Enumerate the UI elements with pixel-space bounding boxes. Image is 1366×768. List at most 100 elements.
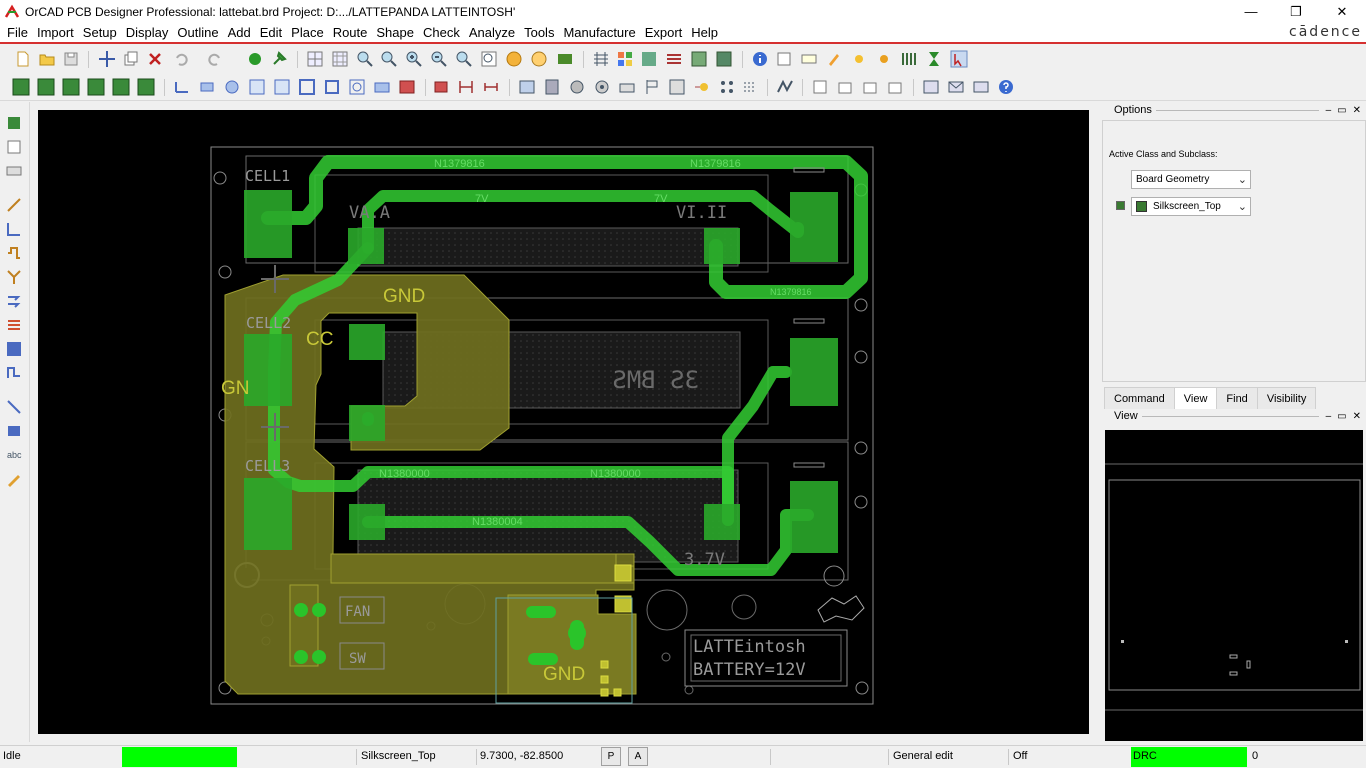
world-view[interactable] xyxy=(1105,430,1363,741)
script-icon[interactable] xyxy=(886,78,904,96)
edit-text-icon[interactable] xyxy=(5,470,23,488)
flip-board-icon[interactable] xyxy=(556,50,574,68)
layer-bottom-icon[interactable] xyxy=(37,78,55,96)
slide-icon[interactable] xyxy=(5,220,23,238)
drill-icon[interactable] xyxy=(693,78,711,96)
void-circle-icon[interactable] xyxy=(348,78,366,96)
add-text-icon[interactable]: abc xyxy=(5,446,23,464)
timing-icon[interactable] xyxy=(925,50,943,68)
tab-visibility[interactable]: Visibility xyxy=(1256,387,1317,409)
layer-top-icon[interactable] xyxy=(12,78,30,96)
subclass-dropdown[interactable]: Silkscreen_Top ⌄ xyxy=(1131,197,1251,216)
color-icon[interactable] xyxy=(592,50,610,68)
shape-merge-icon[interactable] xyxy=(373,78,391,96)
add-circle-icon[interactable] xyxy=(223,78,241,96)
3d-view-icon[interactable] xyxy=(530,50,548,68)
void-rect-icon[interactable] xyxy=(323,78,341,96)
subclass-visibility-toggle[interactable] xyxy=(1116,201,1125,210)
tab-find[interactable]: Find xyxy=(1216,387,1258,409)
report-icon[interactable] xyxy=(811,78,829,96)
array-icon[interactable] xyxy=(718,78,736,96)
panel-minimize-icon[interactable]: – xyxy=(1326,411,1332,422)
swap-icon[interactable] xyxy=(5,162,23,180)
route-icon[interactable] xyxy=(776,78,794,96)
mail-icon[interactable] xyxy=(947,78,965,96)
class-dropdown[interactable]: Board Geometry ⌄ xyxy=(1131,170,1251,189)
book-icon[interactable] xyxy=(543,78,561,96)
flag-icon[interactable] xyxy=(643,78,661,96)
select-shape-icon[interactable] xyxy=(248,78,266,96)
panel-float-icon[interactable]: ▭ xyxy=(1337,105,1346,116)
pin-icon[interactable] xyxy=(270,50,288,68)
add-rect-icon[interactable] xyxy=(198,78,216,96)
refdes-icon[interactable] xyxy=(618,78,636,96)
board-drawing[interactable]: N1379816 N1379816 N1379816 N1380000 N138… xyxy=(38,110,1089,734)
minimize-button[interactable]: — xyxy=(1228,0,1274,23)
constraint-manager-icon[interactable] xyxy=(900,50,918,68)
menu-outline[interactable]: Outline xyxy=(173,25,222,40)
panel-close-icon[interactable]: ✕ xyxy=(1353,411,1361,422)
spread-icon[interactable] xyxy=(5,292,23,310)
dehighlight-icon[interactable] xyxy=(850,50,868,68)
layers-icon[interactable] xyxy=(616,50,634,68)
grid-array-icon[interactable] xyxy=(741,78,759,96)
dimension-icon[interactable] xyxy=(457,78,475,96)
add-line-left-icon[interactable] xyxy=(5,398,23,416)
via-array-icon[interactable] xyxy=(5,340,23,358)
manufacture-icon[interactable] xyxy=(690,50,708,68)
void-icon[interactable] xyxy=(298,78,316,96)
via-icon[interactable] xyxy=(593,78,611,96)
panel-close-icon[interactable]: ✕ xyxy=(1353,105,1361,116)
stackup-icon[interactable] xyxy=(665,50,683,68)
artwork-icon[interactable] xyxy=(715,50,733,68)
keepout-icon[interactable] xyxy=(668,78,686,96)
absolute-button[interactable]: A xyxy=(628,747,648,766)
layer-silk-icon[interactable] xyxy=(62,78,80,96)
gift-icon[interactable] xyxy=(836,78,854,96)
highlight-icon[interactable] xyxy=(825,50,843,68)
info-icon[interactable] xyxy=(751,50,769,68)
pick-button[interactable]: P xyxy=(601,747,621,766)
snap-icon[interactable] xyxy=(246,50,264,68)
pcb-canvas[interactable]: N1379816 N1379816 N1379816 N1380000 N138… xyxy=(38,110,1089,734)
add-rect-left-icon[interactable] xyxy=(5,422,23,440)
layer-grid-icon[interactable] xyxy=(331,50,349,68)
undo-icon[interactable] xyxy=(172,50,190,68)
help-icon[interactable] xyxy=(997,78,1015,96)
zoom-in-icon[interactable] xyxy=(405,50,423,68)
menu-add[interactable]: Add xyxy=(224,25,255,40)
menu-tools[interactable]: Tools xyxy=(520,25,558,40)
place-component-icon[interactable] xyxy=(432,78,450,96)
grid-icon[interactable] xyxy=(306,50,324,68)
redraw-icon[interactable] xyxy=(505,50,523,68)
menu-route[interactable]: Route xyxy=(329,25,372,40)
properties-icon[interactable] xyxy=(775,50,793,68)
menu-display[interactable]: Display xyxy=(122,25,173,40)
delay-tune-icon[interactable] xyxy=(5,244,23,262)
zoom-world-icon[interactable] xyxy=(480,50,498,68)
window-icon[interactable] xyxy=(922,78,940,96)
batch-icon[interactable] xyxy=(861,78,879,96)
menu-analyze[interactable]: Analyze xyxy=(465,25,519,40)
tab-command[interactable]: Command xyxy=(1104,387,1175,409)
save-icon[interactable] xyxy=(62,50,80,68)
shape-edit-icon[interactable] xyxy=(273,78,291,96)
panel-float-icon[interactable]: ▭ xyxy=(1337,411,1346,422)
layer-all-icon[interactable] xyxy=(137,78,155,96)
add-line-icon[interactable] xyxy=(173,78,191,96)
zoom-points-icon[interactable] xyxy=(356,50,374,68)
new-file-icon[interactable] xyxy=(14,50,32,68)
padstack-icon[interactable] xyxy=(568,78,586,96)
menu-manufacture[interactable]: Manufacture xyxy=(559,25,639,40)
menu-export[interactable]: Export xyxy=(641,25,687,40)
menu-shape[interactable]: Shape xyxy=(372,25,418,40)
restore-button[interactable]: ❐ xyxy=(1273,0,1319,23)
select-mode-icon[interactable] xyxy=(950,50,968,68)
menu-setup[interactable]: Setup xyxy=(79,25,121,40)
menu-file[interactable]: File xyxy=(3,25,32,40)
screen-icon[interactable] xyxy=(972,78,990,96)
layer-mask-icon[interactable] xyxy=(87,78,105,96)
library-icon[interactable] xyxy=(518,78,536,96)
menu-place[interactable]: Place xyxy=(287,25,328,40)
menu-edit[interactable]: Edit xyxy=(256,25,286,40)
